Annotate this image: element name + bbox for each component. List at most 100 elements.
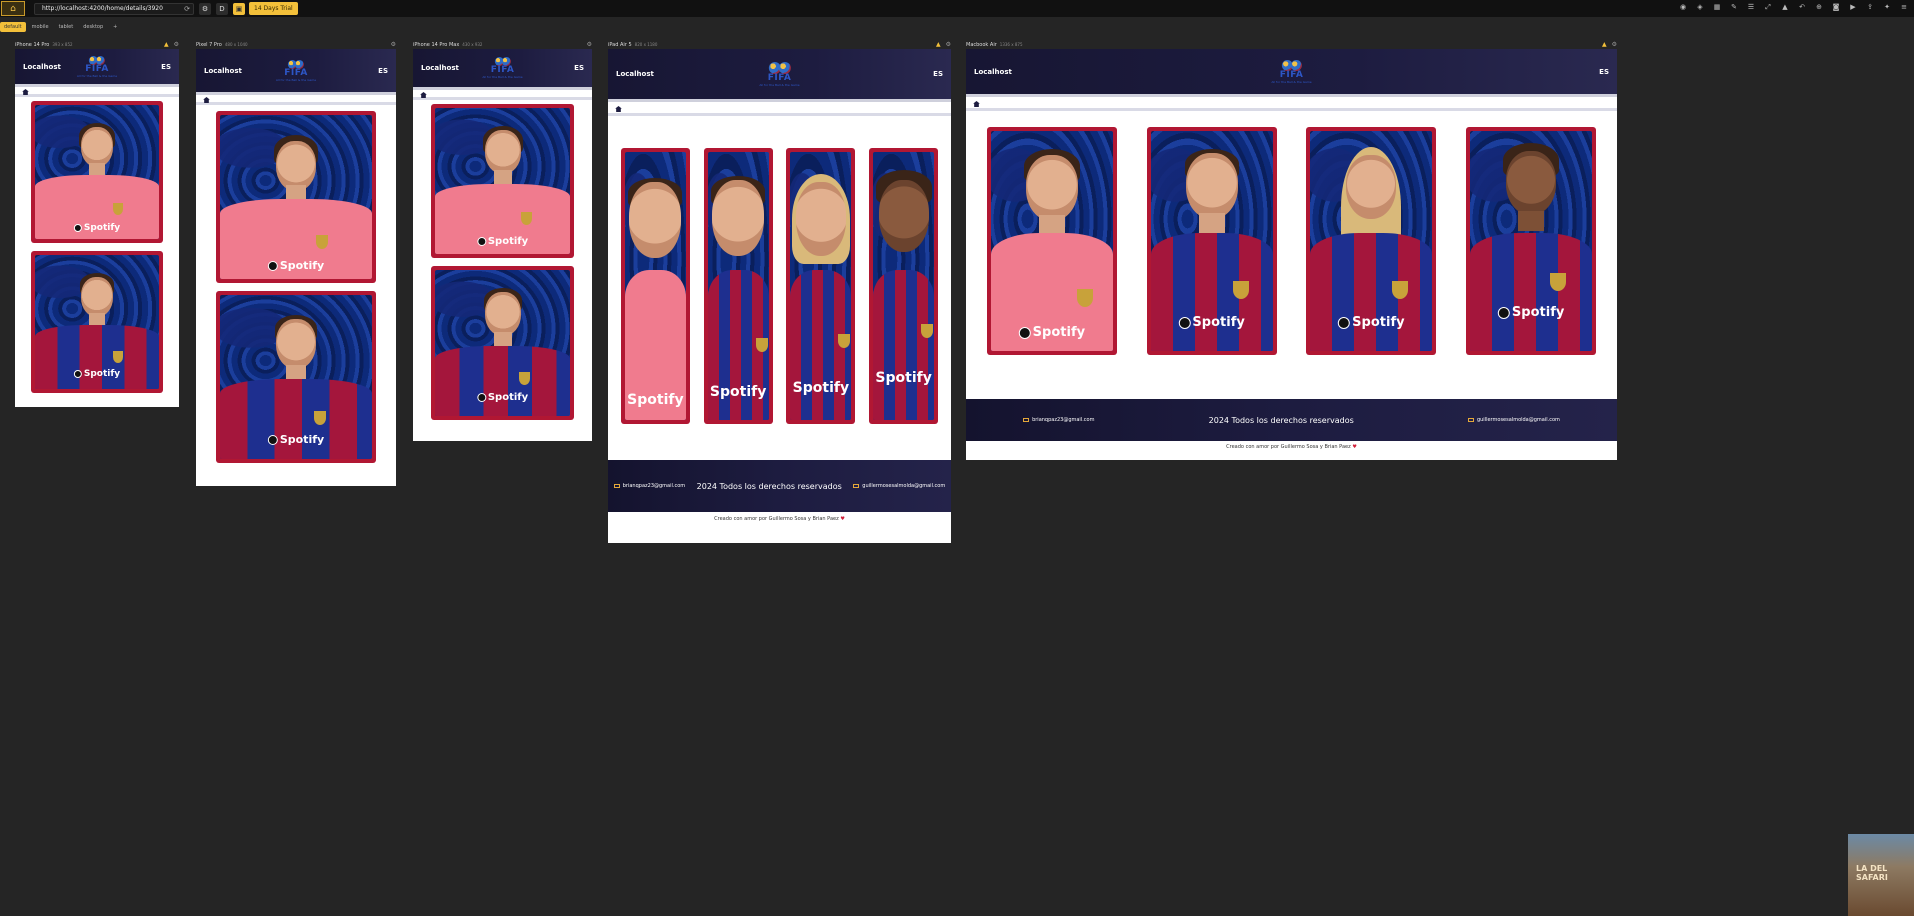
- sponsor-label: Spotify: [83, 369, 121, 379]
- breadcrumb: [196, 95, 396, 105]
- share-icon[interactable]: ⇪: [1866, 3, 1874, 11]
- footer-email-left[interactable]: brianqpaz23@gmail.com: [1032, 417, 1094, 423]
- player-card[interactable]: Spotify: [31, 251, 163, 393]
- d-button[interactable]: D: [216, 2, 228, 15]
- footer-email-right[interactable]: guillermosesalmolda@gmail.com: [1477, 417, 1560, 423]
- url-text: http://localhost:4200/home/details/3920: [42, 5, 163, 12]
- language-toggle[interactable]: ES: [933, 70, 943, 78]
- frame-settings-icon[interactable]: ⚙: [946, 41, 951, 48]
- camera-icon[interactable]: ◙: [1832, 3, 1840, 11]
- player-card[interactable]: Spotify: [620, 148, 690, 424]
- tab-tablet[interactable]: tablet: [55, 22, 78, 32]
- star-icon[interactable]: ✦: [1883, 3, 1891, 11]
- tab-default[interactable]: default: [0, 22, 26, 32]
- layers-icon[interactable]: ◈: [1696, 3, 1704, 11]
- device-frame-macbook-air: Macbook Air 1336 x 875 ▲ ⚙ Localhost FIFA…: [966, 40, 1617, 460]
- brand-link[interactable]: Localhost: [23, 63, 61, 71]
- player-card[interactable]: Spotify: [786, 148, 856, 424]
- frame-settings-icon[interactable]: ⚙: [1612, 41, 1617, 48]
- footer-email-left[interactable]: brianqpaz23@gmail.com: [623, 483, 685, 489]
- player-card[interactable]: Spotify: [431, 266, 574, 420]
- wallpaper-thumbnail[interactable]: LA DEL SAFARI: [1848, 834, 1914, 916]
- frame-settings-icon[interactable]: ⚙: [174, 41, 179, 48]
- player-card[interactable]: Spotify: [31, 101, 163, 243]
- player-card[interactable]: Spotify: [216, 291, 376, 463]
- device-frame-pixel-7-pro: Pixel 7 Pro 480 x 1040 ⚙ Localhost FIFA …: [196, 40, 396, 486]
- warning-icon[interactable]: ▲: [1602, 41, 1607, 48]
- player-card[interactable]: Spotify: [216, 111, 376, 283]
- breadcrumb: [413, 90, 592, 100]
- sponsor-label: Spotify: [83, 223, 121, 233]
- fifa-logo[interactable]: FIFA All for the Ball & the Game: [482, 57, 523, 79]
- logo-text: FIFA: [85, 63, 109, 74]
- eye-icon[interactable]: ◉: [1679, 3, 1687, 11]
- home-icon[interactable]: [203, 97, 210, 103]
- mail-icon: [613, 484, 620, 488]
- player-photo: Spotify: [990, 131, 1113, 351]
- made-by: Creado con amor por Guillermo Sosa y Bri…: [966, 441, 1617, 453]
- footer-email-right[interactable]: guillermosesalmolda@gmail.com: [862, 483, 945, 489]
- breadcrumb: [15, 87, 179, 97]
- language-toggle[interactable]: ES: [378, 67, 388, 75]
- home-icon[interactable]: [973, 101, 980, 107]
- language-toggle[interactable]: ES: [574, 64, 584, 72]
- pen-icon[interactable]: ✎: [1730, 3, 1738, 11]
- video-icon[interactable]: ▶: [1849, 3, 1857, 11]
- layout-button[interactable]: ▣: [233, 2, 245, 15]
- player-card[interactable]: Spotify: [1466, 127, 1597, 355]
- menu-icon[interactable]: ≡: [1900, 3, 1908, 11]
- heart-icon: ♥: [840, 516, 845, 522]
- warning-icon[interactable]: ▲: [936, 41, 941, 48]
- tab-add[interactable]: +: [109, 22, 121, 32]
- home-icon[interactable]: [615, 106, 622, 112]
- logo-subtitle: All for the Ball & the Game: [759, 82, 800, 87]
- tab-mobile[interactable]: mobile: [28, 22, 53, 32]
- toolbar: ⌂ http://localhost:4200/home/details/392…: [0, 0, 1914, 17]
- sponsor-label: Spotify: [709, 384, 767, 400]
- made-by: Creado con amor por Guillermo Sosa y Bri…: [608, 512, 951, 526]
- lock-icon[interactable]: ▲: [1781, 3, 1789, 11]
- undo-icon[interactable]: ↶: [1798, 3, 1806, 11]
- player-card[interactable]: Spotify: [869, 148, 939, 424]
- warning-icon[interactable]: ▲: [164, 41, 169, 48]
- made-by-text: Creado con amor por Guillermo Sosa y Bri…: [1226, 444, 1351, 450]
- player-card[interactable]: Spotify: [1146, 127, 1277, 355]
- brand-link[interactable]: Localhost: [616, 70, 654, 78]
- logo-subtitle: All for the Ball & the Game: [76, 73, 118, 78]
- brand-link[interactable]: Localhost: [204, 67, 242, 75]
- footer-rights: 2024 Todos los derechos reservados: [1208, 415, 1354, 425]
- device-name: iPhone 14 Pro: [15, 41, 50, 48]
- grid-icon[interactable]: ▦: [1713, 3, 1721, 11]
- fifa-logo[interactable]: FIFA All for the Ball & the Game: [1271, 59, 1312, 84]
- frame-settings-icon[interactable]: ⚙: [587, 41, 592, 48]
- url-input[interactable]: http://localhost:4200/home/details/3920 …: [34, 2, 194, 15]
- expand-icon[interactable]: ⤢: [1764, 3, 1772, 11]
- trial-badge[interactable]: 14 Days Trial: [249, 2, 298, 15]
- language-toggle[interactable]: ES: [1599, 68, 1609, 76]
- device-name: Pixel 7 Pro: [196, 41, 222, 48]
- fifa-logo[interactable]: FIFA All for the Ball & the Game: [759, 61, 800, 87]
- player-card[interactable]: Spotify: [703, 148, 773, 424]
- home-icon[interactable]: [22, 89, 29, 95]
- brand-link[interactable]: Localhost: [974, 68, 1012, 76]
- site-footer: brianqpaz23@gmail.com 2024 Todos los der…: [966, 399, 1617, 441]
- app-logo-icon[interactable]: ⌂: [1, 1, 25, 16]
- fifa-logo[interactable]: FIFA All for the Ball & the Game: [276, 59, 316, 82]
- home-icon[interactable]: [420, 92, 427, 98]
- frame-settings-icon[interactable]: ⚙: [391, 41, 396, 48]
- settings-icon[interactable]: ⚙: [199, 2, 211, 15]
- device-name: Macbook Air: [966, 41, 997, 48]
- zoom-icon[interactable]: ⊕: [1815, 3, 1823, 11]
- language-toggle[interactable]: ES: [161, 63, 171, 71]
- tab-desktop[interactable]: desktop: [79, 22, 107, 32]
- brand-link[interactable]: Localhost: [421, 64, 459, 72]
- device-frame-ipad-air-5: iPad Air 5 820 x 1180 ▲ ⚙ Localhost FIFA …: [608, 40, 951, 543]
- reload-icon[interactable]: ⟳: [184, 5, 190, 13]
- player-card[interactable]: Spotify: [986, 127, 1117, 355]
- player-photo: Spotify: [35, 105, 159, 239]
- list-icon[interactable]: ☰: [1747, 3, 1755, 11]
- site-footer: brianqpaz23@gmail.com 2024 Todos los der…: [608, 460, 951, 512]
- player-card[interactable]: Spotify: [1306, 127, 1437, 355]
- player-card[interactable]: Spotify: [431, 104, 574, 258]
- fifa-logo[interactable]: FIFA All for the Ball & the Game: [76, 55, 118, 78]
